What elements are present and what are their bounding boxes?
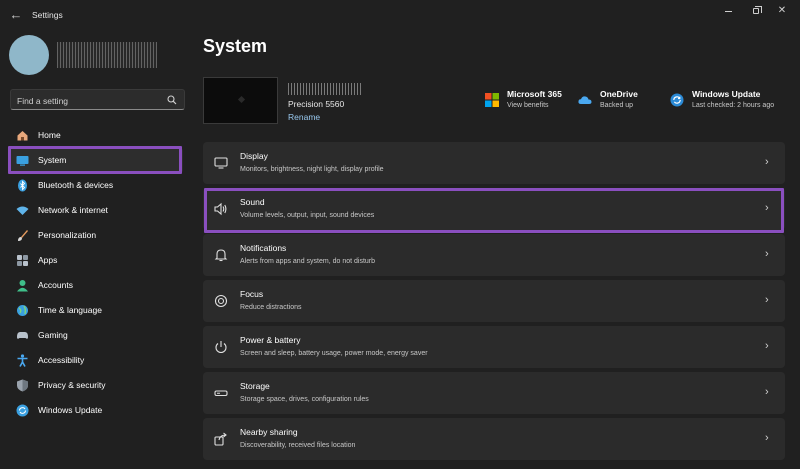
sidebar-item-label: Personalization	[38, 230, 97, 240]
card-title: Display	[240, 151, 268, 161]
search-input[interactable]	[17, 94, 165, 107]
card-subtitle: Storage space, drives, configuration rul…	[240, 396, 369, 403]
sidebar-item-personalization[interactable]: Personalization	[9, 223, 183, 248]
display-icon	[214, 157, 228, 169]
storage-icon	[214, 390, 228, 397]
bell-icon	[214, 249, 228, 262]
sound-highlight-box	[204, 188, 784, 233]
windows-update-icon	[670, 93, 684, 107]
card-subtitle: Monitors, brightness, night light, displ…	[240, 166, 384, 173]
card-subtitle: Reduce distractions	[240, 304, 302, 311]
chevron-right-icon: ›	[765, 432, 769, 444]
sidebar-item-label: Accounts	[38, 280, 73, 290]
wifi-icon	[16, 204, 29, 217]
quick-link-title: OneDrive	[600, 89, 638, 99]
sidebar-item-accounts[interactable]: Accounts	[9, 273, 183, 298]
back-arrow-icon[interactable]: ←	[8, 7, 24, 23]
update-icon	[16, 404, 29, 417]
sidebar-item-gaming[interactable]: Gaming	[9, 323, 183, 348]
sidebar-item-home[interactable]: Home	[9, 123, 183, 148]
sidebar-item-label: Bluetooth & devices	[38, 180, 114, 190]
sidebar-item-windows-update[interactable]: Windows Update	[9, 398, 183, 423]
card-title: Storage	[240, 381, 270, 391]
quick-link-subtitle: Last checked: 2 hours ago	[692, 102, 775, 109]
app-title: Settings	[32, 10, 63, 20]
card-subtitle: Screen and sleep, battery usage, power m…	[240, 350, 428, 357]
quick-link-windows-update[interactable]: Windows Update Last checked: 2 hours ago	[670, 89, 790, 115]
card-power-battery[interactable]: Power & battery Screen and sleep, batter…	[203, 326, 785, 368]
page-title: System	[203, 36, 268, 56]
maximize-icon[interactable]	[744, 4, 768, 18]
sidebar-item-label: Home	[38, 130, 61, 140]
globe-icon	[16, 304, 29, 317]
sidebar-item-label: Gaming	[38, 330, 68, 340]
card-title: Nearby sharing	[240, 427, 298, 437]
shield-icon	[16, 379, 29, 392]
quick-link-microsoft-365[interactable]: Microsoft 365 View benefits	[485, 89, 575, 115]
focus-icon	[214, 294, 228, 308]
power-icon	[215, 341, 227, 354]
system-highlight-box	[8, 146, 182, 174]
gaming-icon	[16, 329, 29, 342]
sidebar-item-label: Network & internet	[38, 205, 108, 215]
search-icon[interactable]	[167, 95, 177, 105]
sidebar-item-network[interactable]: Network & internet	[9, 198, 183, 223]
chevron-right-icon: ›	[765, 340, 769, 352]
onedrive-cloud-icon	[578, 96, 592, 104]
sidebar-item-label: Windows Update	[38, 405, 103, 415]
minimize-icon[interactable]	[716, 4, 740, 18]
device-model: Precision 5560	[288, 99, 345, 109]
sidebar-item-label: Time & language	[38, 305, 102, 315]
brush-icon	[16, 229, 29, 242]
sidebar-item-time-language[interactable]: Time & language	[9, 298, 183, 323]
quick-link-subtitle: Backed up	[600, 102, 634, 109]
sidebar-item-label: Privacy & security	[38, 380, 106, 390]
sidebar-item-bluetooth[interactable]: Bluetooth & devices	[9, 173, 183, 198]
accessibility-icon	[16, 354, 29, 367]
title-bar: ← Settings ✕	[0, 0, 800, 30]
chevron-right-icon: ›	[765, 294, 769, 306]
card-subtitle: Discoverability, received files location	[240, 442, 356, 449]
rename-link[interactable]: Rename	[288, 112, 320, 122]
card-title: Notifications	[240, 243, 287, 253]
account-name-redacted	[57, 42, 157, 68]
microsoft-logo-icon	[485, 93, 499, 107]
chevron-right-icon: ›	[765, 386, 769, 398]
search-box[interactable]	[10, 89, 185, 110]
apps-icon	[16, 254, 29, 267]
sidebar-item-accessibility[interactable]: Accessibility	[9, 348, 183, 373]
card-title: Power & battery	[240, 335, 301, 345]
card-display[interactable]: Display Monitors, brightness, night ligh…	[203, 142, 785, 184]
device-thumbnail	[203, 77, 278, 124]
sidebar-item-label: Apps	[38, 255, 58, 265]
quick-link-title: Microsoft 365	[507, 89, 562, 99]
card-notifications[interactable]: Notifications Alerts from apps and syste…	[203, 234, 785, 276]
close-icon[interactable]: ✕	[770, 4, 794, 18]
card-focus[interactable]: Focus Reduce distractions ›	[203, 280, 785, 322]
share-icon	[214, 432, 227, 446]
sidebar-item-privacy[interactable]: Privacy & security	[9, 373, 183, 398]
bluetooth-icon	[16, 179, 29, 192]
device-name-redacted	[288, 83, 362, 95]
quick-link-subtitle: View benefits	[507, 102, 549, 109]
avatar[interactable]	[9, 35, 49, 75]
accounts-icon	[16, 279, 29, 292]
card-title: Focus	[240, 289, 264, 299]
sidebar-item-apps[interactable]: Apps	[9, 248, 183, 273]
quick-link-onedrive[interactable]: OneDrive Backed up	[578, 89, 658, 115]
card-storage[interactable]: Storage Storage space, drives, configura…	[203, 372, 785, 414]
chevron-right-icon: ›	[765, 156, 769, 168]
home-icon	[16, 129, 29, 142]
card-nearby-sharing[interactable]: Nearby sharing Discoverability, received…	[203, 418, 785, 460]
sidebar-item-label: Accessibility	[38, 355, 85, 365]
card-subtitle: Alerts from apps and system, do not dist…	[240, 258, 376, 265]
chevron-right-icon: ›	[765, 248, 769, 260]
quick-link-title: Windows Update	[692, 89, 761, 99]
